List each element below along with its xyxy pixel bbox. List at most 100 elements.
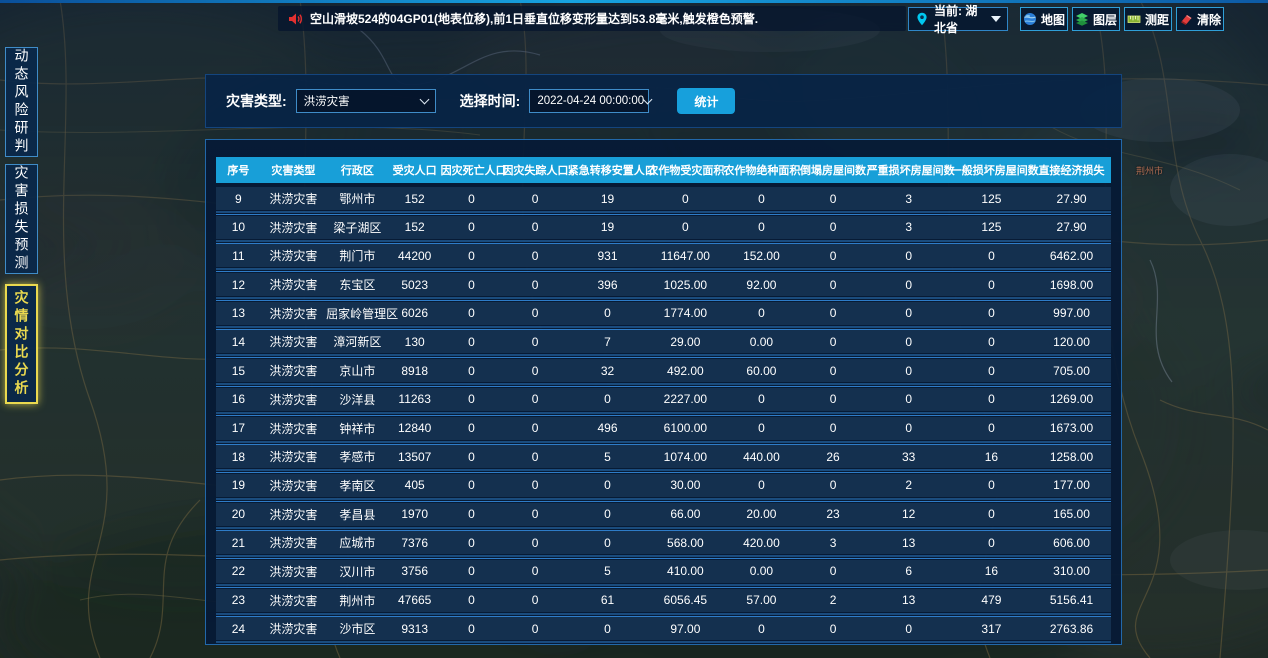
table-cell: 2 [867, 478, 951, 492]
table-cell: 16 [951, 450, 1032, 464]
table-cell: 0 [502, 278, 567, 292]
table-cell: 152 [389, 192, 441, 206]
table-row[interactable]: 10洪涝灾害梁子湖区1520019000312527.90 [216, 216, 1111, 239]
clear-button[interactable]: 清除 [1176, 7, 1224, 31]
sidebar-item-1[interactable]: 动态风险研判 [5, 47, 38, 157]
time-label: 选择时间: [460, 91, 521, 111]
column-header: 灾害类型 [261, 162, 326, 178]
table-cell: 0 [799, 392, 866, 406]
table-cell: 15 [216, 364, 261, 378]
table-cell: 0 [723, 392, 799, 406]
table-row[interactable]: 20洪涝灾害孝昌县197000066.0020.0023120165.00 [216, 503, 1111, 526]
location-selector[interactable]: 当前: 湖北省 [908, 7, 1008, 31]
table-cell: 177.00 [1032, 478, 1111, 492]
table-cell: 洪涝灾害 [261, 305, 326, 322]
statistics-button[interactable]: 统计 [677, 88, 735, 114]
row-separator [216, 640, 1111, 645]
table-cell: 沙市区 [326, 620, 389, 637]
table-row[interactable]: 23洪涝灾害荆州市4766500616056.4557.002134795156… [216, 589, 1111, 612]
table-cell: 33 [867, 450, 951, 464]
map-button[interactable]: 地图 [1020, 7, 1068, 31]
table-row[interactable]: 12洪涝灾害东宝区5023003961025.0092.000001698.00 [216, 273, 1111, 296]
table-row[interactable]: 22洪涝灾害汉川市3756005410.000.000616310.00 [216, 560, 1111, 583]
table-cell: 0 [502, 392, 567, 406]
table-cell: 孝感市 [326, 448, 389, 465]
table-cell: 66.00 [647, 507, 723, 521]
table-cell: 0 [723, 306, 799, 320]
table-cell: 30.00 [647, 478, 723, 492]
table-cell: 6026 [389, 306, 441, 320]
table-cell: 13507 [389, 450, 441, 464]
table-cell: 洪涝灾害 [261, 219, 326, 236]
table-cell: 7 [568, 335, 648, 349]
table-row[interactable]: 15洪涝灾害京山市89180032492.0060.00000705.00 [216, 359, 1111, 382]
table-cell: 洪涝灾害 [261, 477, 326, 494]
table-cell: 6 [867, 564, 951, 578]
globe-icon [1023, 12, 1037, 26]
table-cell: 0 [441, 507, 503, 521]
table-row[interactable]: 16洪涝灾害沙洋县112630002227.0000001269.00 [216, 388, 1111, 411]
column-header: 农作物受灾面积 [647, 162, 723, 178]
table-cell: 1673.00 [1032, 421, 1111, 435]
table-cell: 0 [441, 564, 503, 578]
table-cell: 0 [568, 507, 648, 521]
table-row[interactable]: 13洪涝灾害屈家岭管理区60260001774.000000997.00 [216, 302, 1111, 325]
table-row[interactable]: 21洪涝灾害应城市7376000568.00420.003130606.00 [216, 531, 1111, 554]
time-select[interactable]: 2022-04-24 00:00:00 [529, 89, 649, 113]
table-cell: 496 [568, 421, 648, 435]
table-cell: 0 [568, 306, 648, 320]
table-row[interactable]: 9洪涝灾害鄂州市1520019000312527.90 [216, 187, 1111, 210]
table-cell: 0 [951, 392, 1032, 406]
sidebar-item-label: 灾害损失预测 [12, 165, 32, 273]
table-cell: 12 [867, 507, 951, 521]
table-cell: 16 [216, 392, 261, 406]
table-cell: 17 [216, 421, 261, 435]
table-cell: 23 [216, 593, 261, 607]
disaster-type-value: 洪涝灾害 [304, 93, 350, 109]
table-cell: 应城市 [326, 534, 389, 551]
table-cell: 1698.00 [1032, 278, 1111, 292]
sidebar-item-2[interactable]: 灾害损失预测 [5, 164, 38, 274]
table-row[interactable]: 19洪涝灾害孝南区40500030.000020177.00 [216, 474, 1111, 497]
speaker-icon [287, 11, 303, 27]
table-cell: 0 [502, 564, 567, 578]
table-cell: 47665 [389, 593, 441, 607]
table-row[interactable]: 14洪涝灾害漳河新区13000729.000.00000120.00 [216, 330, 1111, 353]
table-cell: 6056.45 [647, 593, 723, 607]
table-cell: 0 [441, 335, 503, 349]
table-cell: 97.00 [647, 622, 723, 636]
table-cell: 洪涝灾害 [261, 592, 326, 609]
table-cell: 0 [502, 536, 567, 550]
table-cell: 1258.00 [1032, 450, 1111, 464]
table-cell: 13 [867, 536, 951, 550]
disaster-type-select[interactable]: 洪涝灾害 [296, 89, 436, 113]
table-cell: 洪涝灾害 [261, 534, 326, 551]
table-row[interactable]: 18洪涝灾害孝感市135070051074.00440.002633161258… [216, 445, 1111, 468]
alert-text: 空山滑坡524的04GP01(地表位移),前1日垂直位移变形量达到53.8毫米,… [310, 10, 758, 27]
table-cell: 13 [216, 306, 261, 320]
table-cell: 0 [799, 421, 866, 435]
table-cell: 0 [502, 220, 567, 234]
table-cell: 12 [216, 278, 261, 292]
table-row[interactable]: 24洪涝灾害沙市区931300097.000003172763.86 [216, 617, 1111, 640]
table-cell: 44200 [389, 249, 441, 263]
table-cell: 27.90 [1032, 192, 1111, 206]
table-row[interactable]: 11洪涝灾害荆门市442000093111647.00152.000006462… [216, 244, 1111, 267]
table-cell: 0 [867, 622, 951, 636]
table-cell: 0 [951, 335, 1032, 349]
column-header: 序号 [216, 162, 261, 178]
table-cell: 9 [216, 192, 261, 206]
table-cell: 0 [568, 478, 648, 492]
table-cell: 钟祥市 [326, 420, 389, 437]
table-cell: 0 [723, 478, 799, 492]
sidebar-item-3[interactable]: 灾情对比分析 [5, 284, 38, 404]
table-cell: 27.90 [1032, 220, 1111, 234]
layers-button[interactable]: 图层 [1072, 7, 1120, 31]
table-cell: 1269.00 [1032, 392, 1111, 406]
tool-button-label: 清除 [1197, 11, 1221, 28]
table-cell: 0 [647, 220, 723, 234]
measure-button[interactable]: 测距 [1124, 7, 1172, 31]
table-cell: 1074.00 [647, 450, 723, 464]
table-cell: 22 [216, 564, 261, 578]
table-row[interactable]: 17洪涝灾害钟祥市12840004966100.0000001673.00 [216, 417, 1111, 440]
